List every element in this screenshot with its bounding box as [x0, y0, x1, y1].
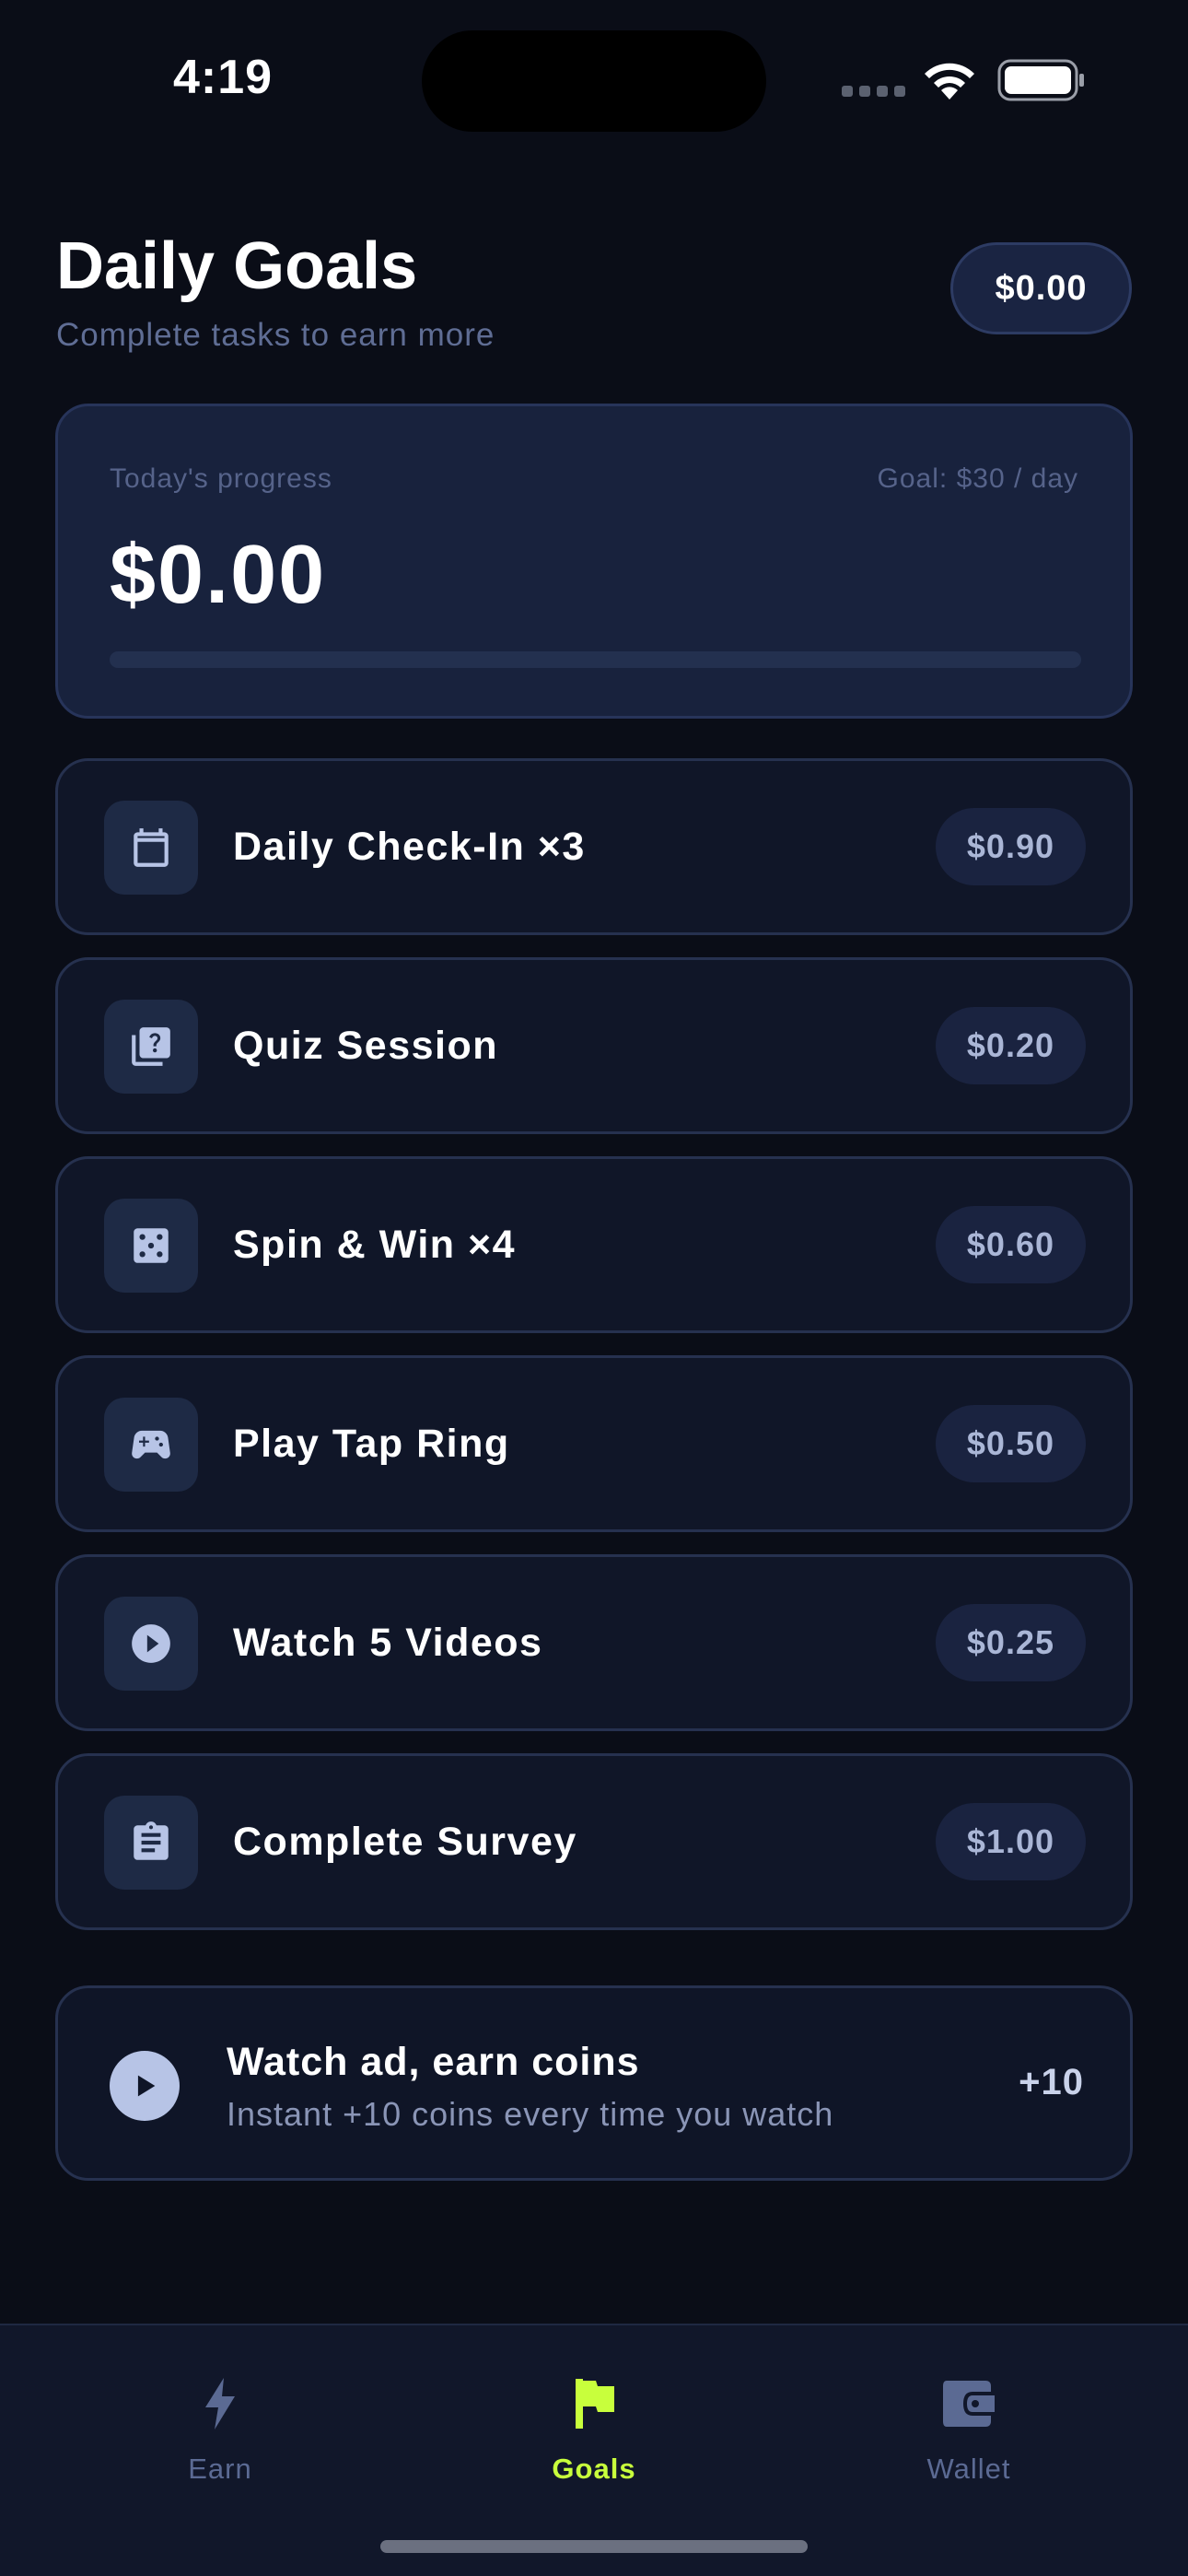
play-circle-icon [104, 1597, 198, 1691]
task-reward: $0.50 [935, 1405, 1086, 1482]
page-subtitle: Complete tasks to earn more [56, 317, 495, 353]
play-icon [110, 2051, 180, 2121]
tab-label: Earn [188, 2453, 252, 2485]
clipboard-icon [104, 1796, 198, 1890]
dynamic-island [422, 30, 766, 132]
progress-goal: Goal: $30 / day [877, 463, 1078, 494]
task-quiz-session[interactable]: Quiz Session $0.20 [55, 957, 1133, 1134]
task-label: Quiz Session [233, 1023, 499, 1068]
task-reward: $0.20 [935, 1007, 1086, 1084]
status-time: 4:19 [173, 51, 274, 104]
task-reward: $0.90 [935, 808, 1086, 885]
task-label: Watch 5 Videos [233, 1620, 543, 1665]
ad-bonus: +10 [1019, 2062, 1084, 2102]
progress-amount: $0.00 [110, 529, 327, 621]
battery-icon [997, 59, 1084, 101]
tab-goals[interactable]: Goals [456, 2325, 732, 2510]
task-spin-and-win[interactable]: Spin & Win ×4 $0.60 [55, 1156, 1133, 1333]
flag-icon [570, 2371, 618, 2436]
gamepad-icon [104, 1398, 198, 1492]
tab-label: Goals [552, 2453, 636, 2485]
wifi-icon [925, 63, 974, 100]
calendar-icon [104, 801, 198, 895]
ad-title: Watch ad, earn coins [227, 2040, 640, 2084]
dice-icon [104, 1199, 198, 1293]
watch-ad-card[interactable]: Watch ad, earn coins Instant +10 coins e… [55, 1985, 1133, 2181]
task-reward: $1.00 [935, 1803, 1086, 1880]
task-play-tap-ring[interactable]: Play Tap Ring $0.50 [55, 1355, 1133, 1532]
page-title: Daily Goals [56, 229, 418, 303]
screen: 4:19 Daily Goals Complete tasks to earn … [0, 0, 1188, 2576]
task-daily-check-in[interactable]: Daily Check-In ×3 $0.90 [55, 758, 1133, 935]
task-label: Spin & Win ×4 [233, 1222, 516, 1267]
task-label: Daily Check-In ×3 [233, 824, 586, 869]
cellular-signal-icon [842, 86, 905, 97]
lightning-icon [198, 2371, 242, 2436]
quiz-icon [104, 1000, 198, 1094]
tab-label: Wallet [926, 2453, 1011, 2485]
progress-bar [110, 651, 1081, 668]
tab-bar: Earn Goals Wallet [0, 2324, 1188, 2576]
tab-earn[interactable]: Earn [82, 2325, 358, 2510]
progress-card: Today's progress Goal: $30 / day $0.00 [55, 404, 1133, 719]
task-reward: $0.25 [935, 1604, 1086, 1681]
task-reward: $0.60 [935, 1206, 1086, 1283]
progress-label: Today's progress [110, 463, 332, 494]
tab-wallet[interactable]: Wallet [831, 2325, 1107, 2510]
task-label: Complete Survey [233, 1819, 577, 1864]
home-indicator [380, 2540, 808, 2553]
task-complete-survey[interactable]: Complete Survey $1.00 [55, 1753, 1133, 1930]
task-label: Play Tap Ring [233, 1421, 510, 1466]
wallet-icon [941, 2371, 996, 2436]
task-watch-videos[interactable]: Watch 5 Videos $0.25 [55, 1554, 1133, 1731]
ad-subtitle: Instant +10 coins every time you watch [227, 2095, 834, 2133]
balance-badge[interactable]: $0.00 [950, 242, 1132, 334]
